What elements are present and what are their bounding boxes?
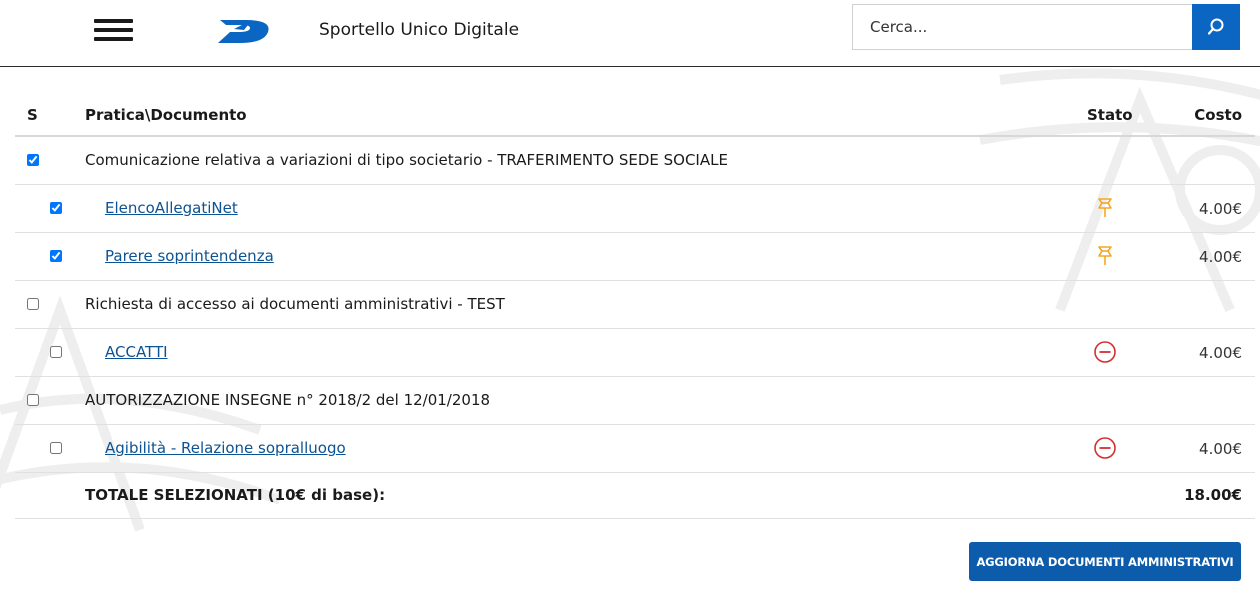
table-row-document: Parere soprintendenza 4.00€: [15, 233, 1255, 281]
total-value: 18.00€: [1184, 486, 1242, 504]
document-link[interactable]: Agibilità - Relazione sopralluogo: [105, 439, 346, 457]
table-row-group: Richiesta di accesso ai documenti ammini…: [15, 281, 1255, 329]
row-checkbox[interactable]: [50, 250, 62, 262]
group-title: AUTORIZZAZIONE INSEGNE n° 2018/2 del 12/…: [85, 391, 491, 409]
document-link[interactable]: ElencoAllegatiNet: [105, 199, 238, 217]
pin-icon: [1098, 198, 1112, 217]
table-header: S Pratica\Documento Stato Costo: [15, 92, 1255, 137]
row-checkbox[interactable]: [27, 298, 39, 310]
document-cost: 4.00€: [1199, 440, 1242, 458]
table-row-document: ElencoAllegatiNet 4.00€: [15, 185, 1255, 233]
minus-circle-icon: [1094, 341, 1116, 363]
table-row-group: AUTORIZZAZIONE INSEGNE n° 2018/2 del 12/…: [15, 377, 1255, 425]
row-checkbox[interactable]: [50, 442, 62, 454]
document-cost: 4.00€: [1199, 248, 1242, 266]
document-cost: 4.00€: [1199, 344, 1242, 362]
table-row-document: Agibilità - Relazione sopralluogo 4.00€: [15, 425, 1255, 473]
table-row-group: Comunicazione relativa a variazioni di t…: [15, 137, 1255, 185]
search-icon: [1207, 18, 1224, 35]
document-link[interactable]: Parere soprintendenza: [105, 247, 274, 265]
column-cost: Costo: [1194, 106, 1242, 124]
document-link[interactable]: ACCATTI: [105, 343, 168, 361]
row-checkbox[interactable]: [50, 202, 62, 214]
search-input[interactable]: [853, 5, 1192, 49]
table-row-document: ACCATTI 4.00€: [15, 329, 1255, 377]
group-title: Richiesta di accesso ai documenti ammini…: [85, 295, 505, 313]
total-row: TOTALE SELEZIONATI (10€ di base): 18.00€: [15, 473, 1255, 519]
column-document: Pratica\Documento: [85, 106, 247, 124]
app-title: Sportello Unico Digitale: [319, 20, 520, 40]
group-title: Comunicazione relativa a variazioni di t…: [85, 151, 728, 169]
total-label: TOTALE SELEZIONATI (10€ di base):: [85, 486, 386, 504]
minus-circle-icon: [1094, 437, 1116, 459]
top-header: Sportello Unico Digitale: [0, 0, 1260, 67]
search-button[interactable]: [1192, 4, 1240, 50]
column-select: S: [27, 106, 38, 124]
documents-table: S Pratica\Documento Stato Costo Comunica…: [15, 92, 1255, 519]
row-checkbox[interactable]: [27, 394, 39, 406]
row-checkbox[interactable]: [27, 154, 39, 166]
menu-icon[interactable]: [94, 19, 133, 41]
row-checkbox[interactable]: [50, 346, 62, 358]
search-box: [852, 4, 1192, 50]
pin-icon: [1098, 246, 1112, 265]
column-status: Stato: [1087, 106, 1133, 124]
document-cost: 4.00€: [1199, 200, 1242, 218]
update-documents-button[interactable]: AGGIORNA DOCUMENTI AMMINISTRATIVI: [969, 542, 1241, 581]
app-logo: [218, 20, 269, 43]
